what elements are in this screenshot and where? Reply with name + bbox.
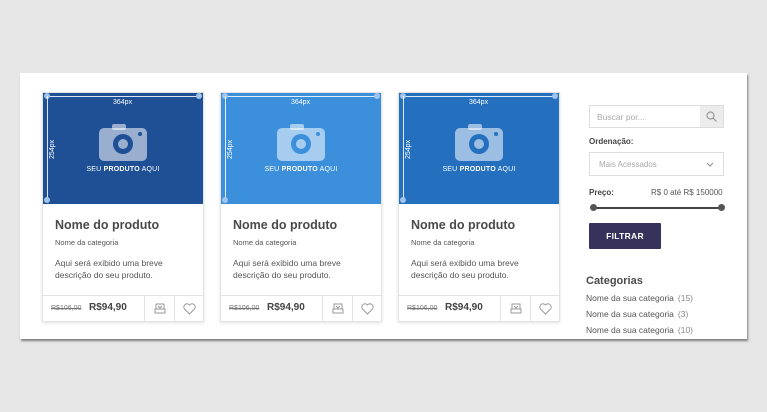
width-label: 364px — [291, 99, 311, 106]
product-image-placeholder[interactable]: 364px 254px SEU PRODUTO AQUI — [221, 93, 381, 204]
product-image-placeholder[interactable]: 364px 254px SEU PRODUTO AQUI — [43, 93, 203, 204]
old-price: R$106,00 — [407, 305, 438, 312]
guide-handle — [222, 197, 228, 203]
width-guide-line — [403, 96, 555, 97]
product-name[interactable]: Nome do produto — [55, 218, 159, 232]
shop-panel: 364px 254px SEU PRODUTO AQUI Nome do pro… — [20, 73, 747, 339]
product-category: Nome da categoria — [411, 238, 475, 247]
search-input[interactable] — [590, 106, 707, 127]
categories-title: Categorias — [586, 275, 643, 287]
price-slider-min-handle[interactable] — [590, 204, 597, 211]
product-name[interactable]: Nome do produto — [233, 218, 337, 232]
wishlist-button[interactable] — [530, 296, 560, 321]
camera-icon — [277, 124, 325, 161]
guide-handle — [374, 93, 380, 99]
category-item[interactable]: Nome da sua categoria (10) — [586, 325, 693, 335]
category-item[interactable]: Nome da sua categoria (15) — [586, 293, 693, 303]
placeholder-caption: SEU PRODUTO AQUI — [264, 166, 338, 173]
product-card[interactable]: 364px 254px SEU PRODUTO AQUI Nome do pro… — [398, 92, 560, 322]
compare-button[interactable] — [500, 296, 530, 321]
width-guide-line — [47, 96, 199, 97]
product-description: Aqui será exibido uma breve descrição do… — [233, 258, 341, 280]
heart-icon — [183, 302, 196, 315]
height-label: 254px — [227, 139, 234, 159]
category-count: (15) — [677, 293, 694, 303]
price: R$94,90 — [89, 302, 127, 313]
height-label: 254px — [405, 139, 412, 159]
filter-button[interactable]: FILTRAR — [589, 223, 661, 249]
price-label: Preço: — [589, 188, 614, 197]
old-price: R$106,00 — [51, 305, 82, 312]
search-icon — [706, 111, 717, 122]
placeholder-caption: SEU PRODUTO AQUI — [86, 166, 160, 173]
category-name[interactable]: Nome da sua categoria — [586, 309, 674, 319]
width-label: 364px — [469, 99, 489, 106]
guide-handle — [44, 197, 50, 203]
old-price: R$106,00 — [229, 305, 260, 312]
product-footer: R$106,00 R$94,90 — [43, 295, 203, 321]
product-footer: R$106,00 R$94,90 — [399, 295, 559, 321]
price-range-value: R$ 0 até R$ 150000 — [651, 188, 723, 197]
placeholder-caption: SEU PRODUTO AQUI — [442, 166, 516, 173]
search-button[interactable] — [700, 106, 723, 127]
compare-button[interactable] — [322, 296, 352, 321]
sort-select[interactable]: Mais Acessados — [589, 152, 724, 176]
compare-button[interactable] — [144, 296, 174, 321]
category-item[interactable]: Nome da sua categoria (3) — [586, 309, 688, 319]
height-guide-line — [225, 96, 226, 200]
product-image-placeholder[interactable]: 364px 254px SEU PRODUTO AQUI — [399, 93, 559, 204]
heart-icon — [361, 302, 374, 315]
camera-icon — [99, 124, 147, 161]
category-name[interactable]: Nome da sua categoria — [586, 293, 674, 303]
wishlist-button[interactable] — [352, 296, 382, 321]
product-name[interactable]: Nome do produto — [411, 218, 515, 232]
sort-label: Ordenação: — [589, 137, 634, 146]
product-category: Nome da categoria — [233, 238, 297, 247]
compare-icon — [510, 303, 521, 314]
product-card[interactable]: 364px 254px SEU PRODUTO AQUI Nome do pro… — [42, 92, 204, 322]
category-count: (3) — [677, 309, 689, 319]
price-slider-track[interactable] — [593, 207, 722, 209]
product-category: Nome da categoria — [55, 238, 119, 247]
product-description: Aqui será exibido uma breve descrição do… — [411, 258, 519, 280]
product-card[interactable]: 364px 254px SEU PRODUTO AQUI Nome do pro… — [220, 92, 382, 322]
product-footer: R$106,00 R$94,90 — [221, 295, 381, 321]
category-count: (10) — [677, 325, 694, 335]
price: R$94,90 — [445, 302, 483, 313]
compare-icon — [332, 303, 343, 314]
chevron-down-icon — [706, 162, 714, 167]
wishlist-button[interactable] — [174, 296, 204, 321]
guide-handle — [552, 93, 558, 99]
width-guide-line — [225, 96, 377, 97]
heart-icon — [539, 302, 552, 315]
price-slider-max-handle[interactable] — [718, 204, 725, 211]
height-label: 254px — [49, 139, 56, 159]
camera-icon — [455, 124, 503, 161]
width-label: 364px — [113, 99, 133, 106]
category-name[interactable]: Nome da sua categoria — [586, 325, 674, 335]
sort-value: Mais Acessados — [599, 160, 657, 169]
guide-handle — [196, 93, 202, 99]
guide-handle — [400, 197, 406, 203]
price: R$94,90 — [267, 302, 305, 313]
product-description: Aqui será exibido uma breve descrição do… — [55, 258, 163, 280]
compare-icon — [154, 303, 165, 314]
height-guide-line — [47, 96, 48, 200]
height-guide-line — [403, 96, 404, 200]
search-box — [589, 105, 724, 128]
